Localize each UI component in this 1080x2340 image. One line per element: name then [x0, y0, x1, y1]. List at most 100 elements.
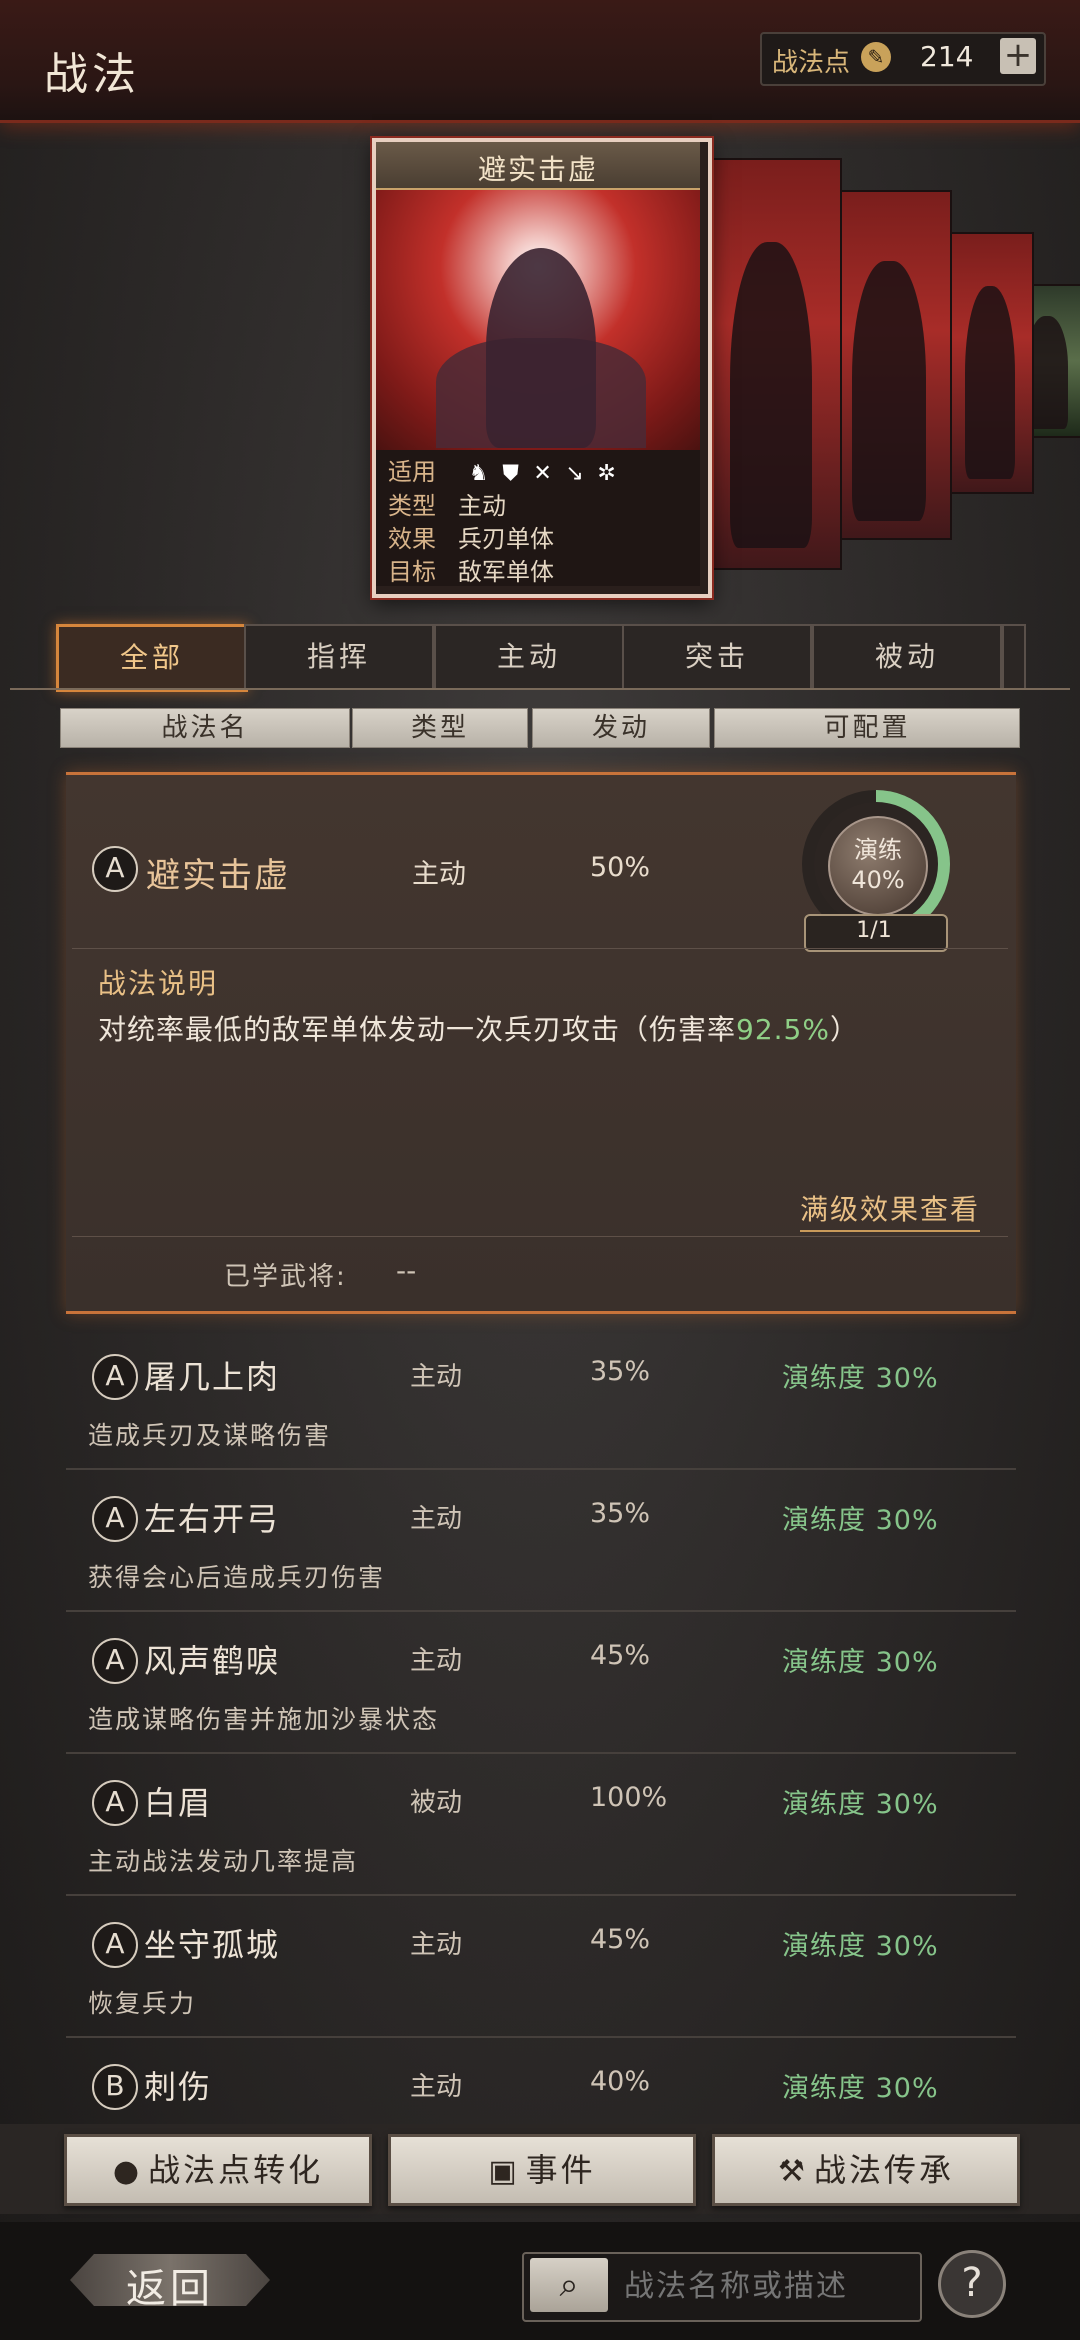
list-item[interactable]: B 刺伤 主动 40% 演练度 30% [66, 2038, 1016, 2124]
tactic-name: 白眉 [144, 1784, 213, 1822]
card-row-effect: 效果 兵刃单体 [388, 519, 554, 554]
tactic-type: 主动 [410, 1930, 463, 1960]
card-row-key: 适用 [388, 458, 436, 486]
scroll-icon: ▣ [488, 2154, 520, 2189]
inherit-button[interactable]: ⚒ 战法传承 [712, 2134, 1020, 2206]
card-row-key: 类型 [388, 492, 436, 520]
feather-icon: ✎ [861, 42, 891, 72]
inherit-label: 战法传承 [813, 2151, 954, 2189]
practice-percent: 40% [851, 866, 905, 894]
list-item[interactable]: A 坐守孤城 主动 45% 演练度 30% 恢复兵力 [66, 1896, 1016, 2038]
proficiency: 演练度 30% [782, 1505, 939, 1536]
tactic-card-back[interactable] [946, 232, 1034, 494]
description-text: 对统率最低的敌军单体发动一次兵刃攻击（伤害率92.5%） [98, 1008, 859, 1048]
grade-badge: A [92, 1922, 138, 1968]
tactic-desc: 主动战法发动几率提高 [88, 1847, 359, 1876]
tactic-rate: 45% [590, 1640, 651, 1671]
grade-badge: B [92, 2064, 138, 2110]
tactic-desc: 造成兵刃及谋略伤害 [88, 1421, 332, 1450]
list-item[interactable]: A 左右开弓 主动 35% 演练度 30% 获得会心后造成兵刃伤害 [66, 1470, 1016, 1612]
tactic-card-back[interactable] [826, 190, 952, 540]
tab-active[interactable]: 主动 [434, 624, 624, 688]
search-input[interactable] [622, 2258, 916, 2314]
tactic-type: 主动 [410, 2072, 463, 2102]
unit-type-icons: ♞ ⛊ ✕ ↘ ✲ [466, 458, 626, 486]
practice-count: 1/1 [856, 918, 892, 943]
tactic-type: 主动 [412, 859, 466, 890]
tab-passive[interactable]: 被动 [812, 624, 1002, 688]
tab-divider [10, 688, 1070, 690]
tactic-name: 避实击虚 [146, 856, 290, 896]
tactic-rate: 50% [590, 852, 651, 883]
tactic-rate: 45% [590, 1924, 651, 1955]
proficiency: 演练度 30% [782, 1789, 939, 1820]
tactic-rate: 100% [590, 1782, 668, 1813]
events-label: 事件 [525, 2151, 596, 2189]
help-button[interactable]: ? [938, 2250, 1006, 2318]
grade-badge: A [92, 846, 138, 892]
proficiency: 演练度 30% [782, 1931, 939, 1962]
card-row-value: 主动 [458, 492, 506, 520]
grade-badge: A [92, 1496, 138, 1542]
column-header-type[interactable]: 类型 [352, 708, 528, 748]
cavalry-icon: ♞ [468, 461, 489, 486]
events-button[interactable]: ▣ 事件 [388, 2134, 696, 2206]
tab-more[interactable] [1002, 624, 1026, 688]
tactic-name: 刺伤 [144, 2068, 213, 2106]
proficiency: 演练度 30% [782, 2073, 939, 2104]
card-row-target: 目标 敌军单体 [388, 552, 554, 587]
card-row-key: 目标 [388, 558, 436, 586]
add-points-button[interactable]: + [1000, 38, 1036, 74]
card-row-key: 效果 [388, 525, 436, 553]
tactic-rate: 35% [590, 1356, 651, 1387]
tab-assault[interactable]: 突击 [622, 624, 812, 688]
description-suffix: ） [829, 1013, 859, 1046]
column-header-rate[interactable]: 发动 [532, 708, 710, 748]
max-level-effect-link[interactable]: 满级效果查看 [800, 1188, 981, 1232]
spear-icon: ↘ [565, 461, 584, 486]
tactic-name: 风声鹤唳 [144, 1642, 281, 1680]
card-row-value: 兵刃单体 [458, 525, 554, 553]
description-prefix: 对统率最低的敌军单体发动一次兵刃攻击（伤害率 [98, 1013, 737, 1046]
proficiency: 演练度 30% [782, 1363, 939, 1394]
tactic-type: 主动 [410, 1646, 463, 1676]
learned-generals-value: -- [396, 1254, 417, 1287]
page-title: 战法 [44, 49, 140, 100]
damage-rate: 92.5% [736, 1013, 830, 1046]
list-item[interactable]: A 白眉 被动 100% 演练度 30% 主动战法发动几率提高 [66, 1754, 1016, 1896]
tactic-card-back[interactable] [700, 158, 842, 570]
convert-points-button[interactable]: ● 战法点转化 [64, 2134, 372, 2206]
tactic-rate: 40% [590, 2066, 651, 2097]
description-title: 战法说明 [98, 967, 219, 1000]
column-header-name[interactable]: 战法名 [60, 708, 350, 748]
tactic-rate: 35% [590, 1498, 651, 1529]
grade-badge: A [92, 1354, 138, 1400]
column-header-configurable[interactable]: 可配置 [714, 708, 1020, 748]
card-row-type: 类型 主动 [388, 486, 506, 521]
grade-badge: A [92, 1780, 138, 1826]
tactic-points-value: 214 [920, 40, 974, 73]
tab-command[interactable]: 指挥 [244, 624, 434, 688]
bow-icon: ✕ [533, 461, 552, 486]
divider [72, 948, 1008, 949]
card-row-value: 敌军单体 [458, 558, 554, 586]
tab-all[interactable]: 全部 [56, 624, 248, 692]
grade-badge: A [92, 1638, 138, 1684]
tactic-type: 主动 [410, 1504, 463, 1534]
tactic-desc: 造成谋略伤害并施加沙暴状态 [88, 1705, 440, 1734]
back-label[interactable]: 返回 [70, 2256, 270, 2314]
flame-icon: ● [112, 2154, 143, 2189]
tactic-name: 坐守孤城 [144, 1926, 281, 1964]
tactic-type: 被动 [410, 1788, 463, 1818]
tactic-name: 左右开弓 [144, 1500, 281, 1538]
search-icon[interactable]: ⌕ [530, 2258, 608, 2312]
tactic-desc: 恢复兵力 [88, 1989, 197, 2018]
shield-icon: ⛊ [502, 461, 519, 486]
list-item[interactable]: A 屠几上肉 主动 35% 演练度 30% 造成兵刃及谋略伤害 [66, 1328, 1016, 1470]
card-row-applicable: 适用 ♞ ⛊ ✕ ↘ ✲ [388, 452, 626, 487]
tactic-type: 主动 [410, 1362, 463, 1392]
list-item[interactable]: A 风声鹤唳 主动 45% 演练度 30% 造成谋略伤害并施加沙暴状态 [66, 1612, 1016, 1754]
convert-points-label: 战法点转化 [148, 2151, 324, 2189]
learned-generals-label: 已学武将: [224, 1262, 347, 1292]
practice-label: 演练 [854, 836, 902, 864]
